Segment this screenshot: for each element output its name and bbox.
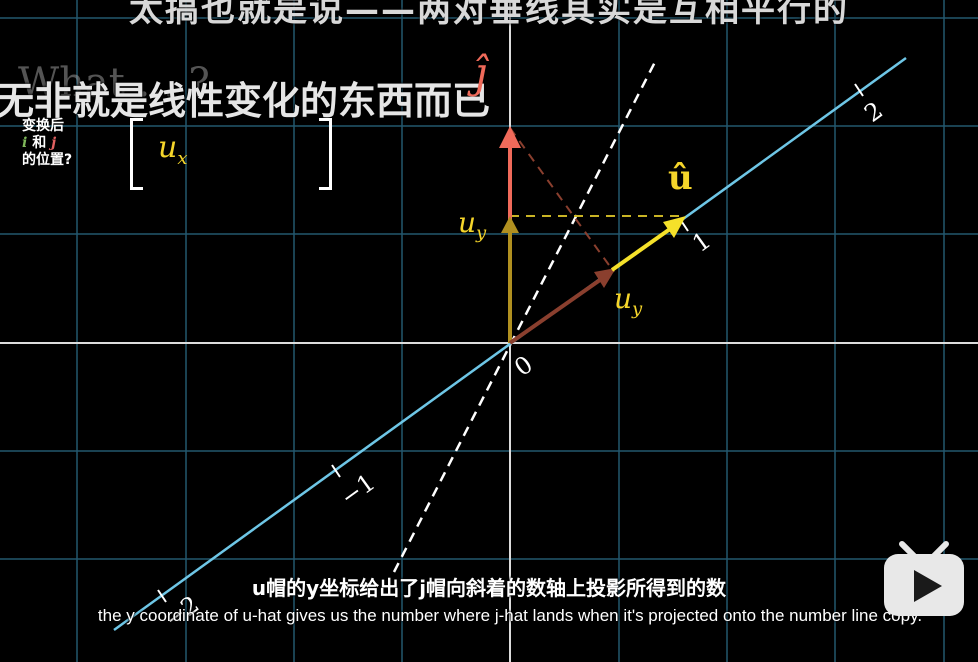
bottom-subtitle-cn: u帽的y坐标给出了j帽向斜着的数轴上投影所得到的数 xyxy=(251,576,727,600)
question-line-2: i 和 j xyxy=(22,135,72,152)
bottom-subtitle-en: the y coordinate of u-hat gives us the n… xyxy=(97,606,923,625)
top-subtitle-cn: 太搞也就是说——两对垂线其实是互相平行的 xyxy=(129,0,849,30)
uy-left-label: uy xyxy=(458,206,487,244)
u-hat-vector xyxy=(610,216,686,272)
uy-vertical-component xyxy=(501,216,519,343)
question-line-1: 变换后 xyxy=(22,118,64,134)
matrix-left-bracket xyxy=(130,118,143,190)
transformation-matrix: ux xyxy=(130,118,332,190)
j-hat-label: ĵ xyxy=(474,48,488,97)
u-hat-label: û xyxy=(668,158,693,198)
matrix-right-bracket xyxy=(319,118,332,190)
video-frame: What ... ? 太搞也就是说——两对垂线其实是互相平行的 无非就是线性变化… xyxy=(0,0,978,662)
matrix-entry-ux: ux xyxy=(158,130,188,169)
uy-right-label: uy xyxy=(614,282,643,320)
question-line-3: 的位置? xyxy=(22,152,73,168)
dashed-red-guide xyxy=(509,127,615,273)
bilibili-tv-play-icon[interactable] xyxy=(880,540,968,620)
j-label: j xyxy=(51,135,57,151)
transform-question-label: 变换后 i 和 j 的位置? xyxy=(22,118,72,169)
projection-vector xyxy=(508,268,616,345)
overlay-subtitle-cn: 无非就是线性变化的东西而已 xyxy=(0,79,491,123)
and-label: 和 xyxy=(27,135,52,151)
